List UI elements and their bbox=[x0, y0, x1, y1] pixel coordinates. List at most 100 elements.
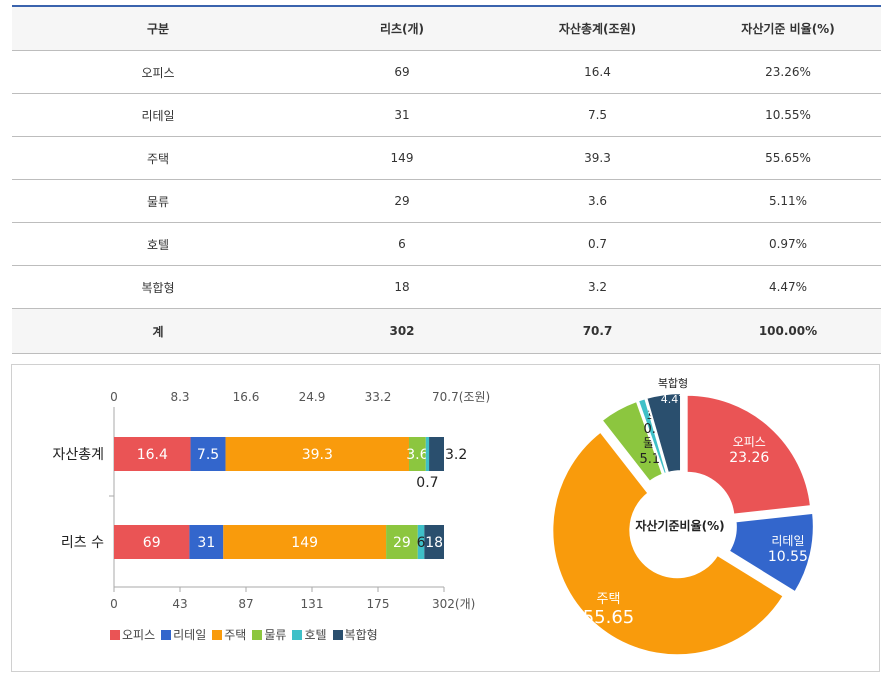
legend-swatch bbox=[332, 630, 343, 640]
legend-label: 주택 bbox=[224, 628, 247, 642]
table-total-row: 계 302 70.7 100.00% bbox=[12, 308, 881, 354]
legend-label: 오피스 bbox=[122, 628, 156, 642]
legend-item: 오피스 bbox=[110, 626, 155, 643]
reits-summary-table: 구분 리츠(개) 자산총계(조원) 자산기준 비율(%) 오피스 69 16.4… bbox=[12, 5, 881, 354]
legend-swatch bbox=[292, 630, 303, 640]
bar-data-label: 3.6 bbox=[406, 447, 428, 463]
cell-assets: 7.5 bbox=[500, 93, 695, 137]
cell-ratio: 5.11% bbox=[695, 179, 881, 223]
chart-legend: 오피스 리테일 주택 물류 호텔 복합형 bbox=[110, 626, 384, 643]
cell-ratio: 100.00% bbox=[695, 308, 881, 354]
donut-slice bbox=[600, 399, 665, 484]
cell-ratio: 4.47% bbox=[695, 265, 881, 309]
slice-name-label: 호텔 bbox=[647, 408, 669, 422]
slice-value-label: 55.65 bbox=[583, 607, 635, 628]
cell-reits: 29 bbox=[304, 179, 500, 223]
cell-reits: 302 bbox=[304, 308, 500, 354]
legend-item: 주택 bbox=[212, 626, 246, 643]
bar-data-label: 16.4 bbox=[137, 447, 168, 463]
legend-swatch bbox=[161, 630, 172, 640]
bottom-axis-tick-label: 131 bbox=[301, 597, 324, 611]
cell-category: 주택 bbox=[12, 136, 304, 180]
cell-ratio: 55.65% bbox=[695, 136, 881, 180]
legend-item: 복합형 bbox=[332, 626, 378, 643]
legend-swatch bbox=[212, 630, 223, 640]
bottom-axis-tick-label: 0 bbox=[110, 597, 118, 611]
bar-data-label: 3.2 bbox=[445, 447, 467, 463]
header-category: 구분 bbox=[146, 22, 170, 36]
bar-data-label: 149 bbox=[291, 535, 318, 551]
table-row: 복합형 18 3.2 4.47% bbox=[12, 265, 881, 309]
bottom-axis-tick-label: 175 bbox=[367, 597, 390, 611]
donut-slice bbox=[685, 393, 813, 516]
bottom-axis-tick-label: 302(개) bbox=[432, 597, 475, 611]
legend-swatch bbox=[110, 630, 120, 640]
cell-reits: 6 bbox=[304, 222, 500, 266]
legend-label: 복합형 bbox=[344, 628, 378, 642]
bar-data-label: 0.7 bbox=[416, 475, 438, 491]
slice-name-label: 물류 bbox=[643, 436, 665, 450]
cell-category: 리테일 bbox=[12, 93, 304, 137]
table-row: 주택 149 39.3 55.65% bbox=[12, 136, 881, 180]
header-ratio: 자산기준 비율(%) bbox=[741, 22, 835, 36]
bar-data-label: 29 bbox=[393, 535, 411, 551]
donut-center-label: 자산기준비율(%) bbox=[635, 518, 724, 533]
cell-ratio: 23.26% bbox=[695, 50, 881, 94]
bar-data-label: 69 bbox=[143, 535, 161, 551]
chart-panel: 0 8.3 16.6 24.9 33.2 70.7(조원) 0 43 87 131 175 302(개… bbox=[11, 364, 880, 672]
bar-data-label: 31 bbox=[197, 535, 215, 551]
table-row: 오피스 69 16.4 23.26% bbox=[12, 50, 881, 94]
donut-slice bbox=[636, 396, 669, 476]
table-row: 리테일 31 7.5 10.55% bbox=[12, 93, 881, 137]
slice-value-label: 5.11 bbox=[640, 452, 669, 467]
cell-assets: 39.3 bbox=[500, 136, 695, 180]
header-assets: 자산총계(조원) bbox=[558, 22, 637, 36]
cell-category: 복합형 bbox=[12, 265, 304, 309]
slice-value-label: 0.97 bbox=[644, 422, 673, 437]
category-label: 리츠 수 bbox=[61, 535, 104, 551]
cell-reits: 31 bbox=[304, 93, 500, 137]
bar-data-label: 39.3 bbox=[302, 447, 333, 463]
header-reits: 리츠(개) bbox=[379, 22, 425, 36]
top-axis-tick-label: 70.7(조원) bbox=[432, 390, 490, 404]
legend-item: 물류 bbox=[252, 626, 286, 643]
legend-label: 호텔 bbox=[304, 628, 327, 642]
category-label: 자산총계 bbox=[52, 447, 104, 463]
slice-value-label: 10.55 bbox=[768, 549, 808, 565]
bottom-axis-tick-label: 87 bbox=[238, 597, 253, 611]
cell-assets: 3.6 bbox=[500, 179, 695, 223]
table-row: 호텔 6 0.7 0.97% bbox=[12, 222, 881, 266]
cell-category: 물류 bbox=[12, 179, 304, 223]
cell-assets: 16.4 bbox=[500, 50, 695, 94]
slice-name-label: 주택 bbox=[597, 592, 621, 607]
cell-assets: 0.7 bbox=[500, 222, 695, 266]
top-axis-tick-label: 24.9 bbox=[299, 390, 326, 404]
bottom-axis-tick-label: 43 bbox=[172, 597, 187, 611]
table-row: 물류 29 3.6 5.11% bbox=[12, 179, 881, 223]
cell-category: 오피스 bbox=[12, 50, 304, 94]
slice-value-label: 23.26 bbox=[729, 450, 769, 466]
legend-label: 물류 bbox=[264, 628, 287, 642]
cell-ratio: 0.97% bbox=[695, 222, 881, 266]
bar-data-label: 7.5 bbox=[197, 447, 219, 463]
slice-name-label: 복합형 bbox=[658, 377, 688, 390]
legend-swatch bbox=[252, 630, 263, 640]
cell-assets: 70.7 bbox=[500, 308, 695, 354]
cell-category: 호텔 bbox=[12, 222, 304, 266]
top-axis-tick-label: 33.2 bbox=[365, 390, 392, 404]
slice-name-label: 오피스 bbox=[733, 435, 766, 449]
table-header-row: 구분 리츠(개) 자산총계(조원) 자산기준 비율(%) bbox=[12, 6, 881, 51]
top-axis-tick-label: 8.3 bbox=[170, 390, 189, 404]
slice-value-label: 4.47 bbox=[661, 393, 686, 406]
bar-data-label: 6 bbox=[417, 535, 426, 551]
donut-slice bbox=[645, 392, 683, 475]
top-axis-tick-label: 16.6 bbox=[233, 390, 260, 404]
legend-item: 호텔 bbox=[292, 626, 327, 643]
top-axis-tick-label: 0 bbox=[110, 390, 118, 404]
cell-ratio: 10.55% bbox=[695, 93, 881, 137]
cell-reits: 18 bbox=[304, 265, 500, 309]
bar-segment bbox=[429, 437, 444, 471]
bar-data-label: 18 bbox=[425, 535, 443, 551]
bar-segment bbox=[425, 437, 430, 471]
donut-slice bbox=[551, 430, 786, 657]
